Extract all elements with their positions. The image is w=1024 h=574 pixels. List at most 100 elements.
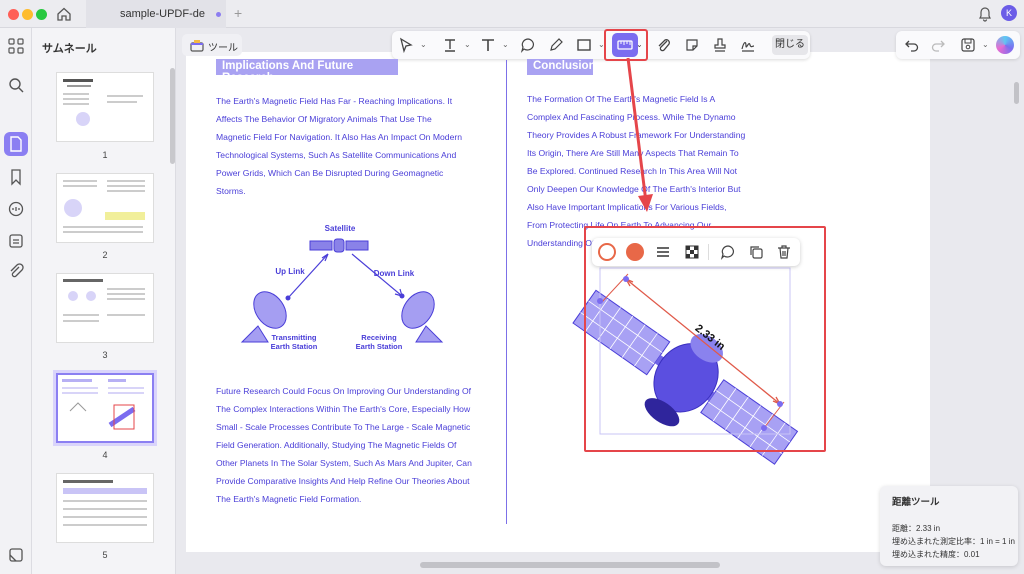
stamp-icon[interactable] [712,37,728,53]
pointer-icon[interactable] [398,37,414,53]
text-line: Power Grids, Which Can Be Disrupted Duri… [216,168,444,178]
paperclip-icon[interactable] [656,37,672,53]
rectangle-icon[interactable] [576,37,592,53]
text-highlight-icon[interactable] [442,37,458,53]
sticker-icon[interactable] [684,37,700,53]
downlink-label: Down Link [374,269,415,278]
ocr-icon[interactable] [7,232,25,250]
ai-assistant-icon[interactable] [996,36,1014,54]
right-toolbar: ⌄ [896,31,1020,59]
text-icon[interactable] [480,37,496,53]
satellite-label: Satellite [325,224,356,233]
precision-value: 埋め込まれた精度：0.01 [892,550,980,559]
thumbnail-content [63,480,147,526]
receiving-station-label: Earth Station [356,342,403,351]
distance-value: 距離：2.33 in [892,524,941,533]
text-line: Small - Scale Processes Contribute To Th… [216,422,471,432]
signature-icon[interactable] [740,37,756,53]
text-line: Affects The Behavior Of Migratory Animal… [216,114,432,124]
home-icon[interactable] [56,6,72,22]
page-number-5: 5 [102,550,108,560]
text-line: The Earth's Magnetic Field Has Far - Rea… [216,96,453,106]
close-button[interactable]: 閉じる [772,35,808,55]
chevron-down-icon[interactable]: ⌄ [502,40,509,49]
receiving-label: Receiving [361,333,397,342]
copy-icon[interactable] [748,244,764,260]
page-thumbnail-2[interactable] [56,173,154,243]
chevron-down-icon[interactable]: ⌄ [420,40,427,49]
close-window-button[interactable] [8,9,19,20]
page-icon [10,136,22,152]
left-heading: Implications And Future Research [216,59,398,84]
trash-icon[interactable] [776,244,792,260]
scale-value: 埋め込まれた測定比率：1 in = 1 in [892,537,1015,546]
thumbnail-content [63,180,145,233]
vertical-scrollbar[interactable] [1014,82,1019,104]
page-thumbnail-4[interactable] [56,373,154,443]
opacity-icon[interactable] [684,244,700,260]
thumbnail-content [63,279,145,322]
toolbar-divider [708,244,709,260]
pencil-icon[interactable] [548,37,564,53]
comment-icon[interactable] [720,244,736,260]
save-icon[interactable] [960,37,976,53]
tools-label: ツール [208,43,238,54]
page-number-3: 3 [102,350,108,360]
satellite-link-diagram: Satellite Up Link Down Link Transmitting… [240,224,444,351]
thumbnail-panel-title: サムネール [42,43,97,55]
layers-icon[interactable] [7,546,25,564]
thumbnail-panel: サムネール 1 2 3 4 5 [32,28,176,574]
page-thumbnail-3[interactable] [56,273,154,343]
transmitting-label: Transmitting [271,333,316,342]
text-line: Future Research Could Focus On Improving… [216,386,472,396]
page-thumbnail-5[interactable] [56,473,154,543]
comment-icon[interactable] [520,37,536,53]
thumbnail-scrollbar[interactable] [170,68,175,164]
left-icon-bar [0,28,32,574]
callout-arrow [626,57,653,212]
panel-title: 距離ツール [892,497,940,508]
horizontal-scrollbar[interactable] [420,562,720,568]
bell-icon[interactable] [978,6,992,22]
transmitting-station-label: Earth Station [271,342,318,351]
text-line: Storms. [216,186,246,196]
maximize-window-button[interactable] [36,9,47,20]
unsaved-dot [216,12,221,17]
left-paragraph-1: The Earth's Magnetic Field Has Far - Rea… [216,92,506,200]
text-line: Magnetic Field For Navigation. It Also H… [216,132,462,142]
text-line: Provide Comparative Insights And Help Re… [216,476,470,486]
left-paragraph-2: Future Research Could Focus On Improving… [216,382,506,508]
comment-icon[interactable] [7,200,25,218]
redo-icon[interactable] [930,37,946,53]
thumbnail-content [63,79,143,126]
stroke-color-button[interactable] [598,243,616,261]
annotation-toolbar: ⌄ ⌄ ⌄ ⌄ ⌄ [392,31,810,59]
tools-button[interactable]: ツール [182,34,242,56]
chevron-down-icon[interactable]: ⌄ [464,40,471,49]
undo-icon[interactable] [904,37,920,53]
page-number-2: 2 [102,250,108,260]
measure-properties-toolbar [592,238,800,266]
minimize-window-button[interactable] [22,9,33,20]
text-line: The Earth's Magnetic Field Formation. [216,494,362,504]
thumbnail-content [62,379,144,430]
distance-tool-panel: 距離ツール 距離：2.33 in 埋め込まれた測定比率：1 in = 1 in … [880,486,1018,566]
avatar[interactable]: K [1001,5,1017,21]
right-heading: Conclusion [527,59,596,75]
attachment-icon[interactable] [7,262,25,280]
search-icon[interactable] [7,76,25,94]
fill-color-button[interactable] [626,243,644,261]
page-thumbnail-1[interactable] [56,72,154,142]
chevron-down-icon[interactable]: ⌄ [982,40,989,49]
uplink-label: Up Link [275,267,305,276]
text-line: The Complex Interactions Within The Eart… [216,404,471,414]
page-number-4: 4 [102,450,108,460]
bookmark-icon[interactable] [7,168,25,186]
tab-title: sample-UPDF-de [120,8,205,20]
new-tab-button[interactable]: + [234,5,242,21]
line-weight-icon[interactable] [655,244,671,260]
text-line: Technological Systems, Such As Satellite… [216,150,457,160]
column-divider [506,60,507,524]
grid-icon[interactable] [7,37,25,55]
text-line: Other Planets In The Solar System, Such … [216,458,472,468]
